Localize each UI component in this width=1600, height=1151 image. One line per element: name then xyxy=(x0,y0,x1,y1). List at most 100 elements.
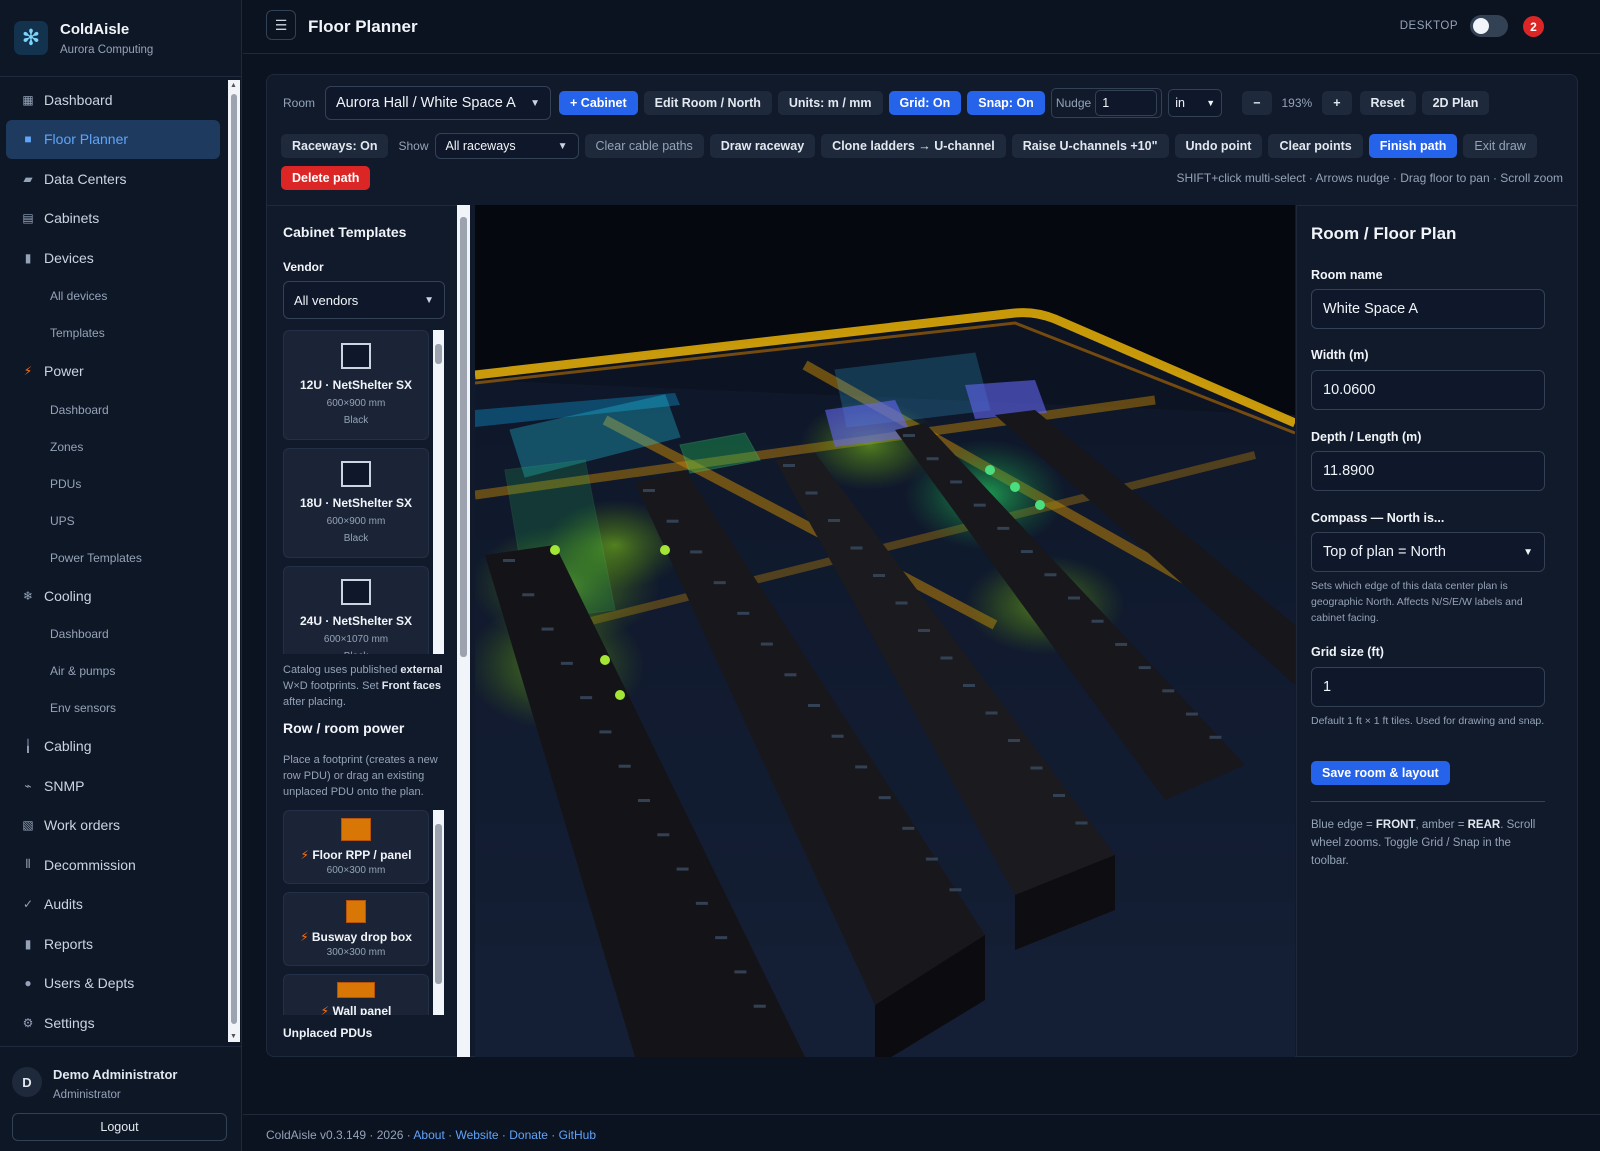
sidebar-subitem[interactable]: UPS xyxy=(0,502,226,539)
clear-points-button[interactable]: Clear points xyxy=(1268,134,1363,158)
sidebar-item[interactable]: ▰ Data Centers xyxy=(0,159,226,199)
add-cabinet-button[interactable]: + Cabinet xyxy=(559,91,638,115)
raceway-filter-select[interactable]: All raceways ▼ xyxy=(434,133,579,159)
power-card[interactable]: ⚡ Busway drop box 300×300 mm xyxy=(283,892,429,966)
desktop-toggle[interactable] xyxy=(1470,15,1508,37)
sidebar-item[interactable]: ⚡ Power xyxy=(0,352,226,392)
sidebar-item[interactable]: ╽ Cabling xyxy=(0,727,226,767)
snap-toggle-button[interactable]: Snap: On xyxy=(967,91,1045,115)
sensor-dot[interactable] xyxy=(985,465,995,475)
sidebar-subitem[interactable]: All devices xyxy=(0,278,226,315)
sidebar-subitem[interactable]: Templates xyxy=(0,315,226,352)
sensor-dot[interactable] xyxy=(1010,482,1020,492)
finish-path-button[interactable]: Finish path xyxy=(1368,134,1458,158)
sidebar-item[interactable]: ● Users & Depts xyxy=(0,964,226,1004)
sidebar-item[interactable]: ■ Floor Planner xyxy=(6,119,220,159)
exit-draw-button[interactable]: Exit draw xyxy=(1463,134,1537,158)
hamburger-menu-icon[interactable]: ☰ xyxy=(266,10,296,40)
template-list-scrollbar[interactable] xyxy=(433,330,444,654)
scroll-thumb[interactable] xyxy=(460,217,467,657)
sidebar-subitem[interactable]: PDUs xyxy=(0,465,226,502)
grid-toggle-button[interactable]: Grid: On xyxy=(888,91,962,115)
sidebar-item[interactable]: ▦ Dashboard xyxy=(0,80,226,120)
floor-3d-view[interactable] xyxy=(475,205,1295,1057)
sidebar-subitem[interactable]: Env sensors xyxy=(0,690,226,727)
sidebar-subitem[interactable]: Zones xyxy=(0,428,226,465)
scroll-down-icon[interactable]: ▼ xyxy=(230,1033,237,1040)
sidebar-item[interactable]: ✓ Audits xyxy=(0,885,226,925)
clear-cable-paths-button[interactable]: Clear cable paths xyxy=(584,134,704,158)
sidebar-item-label: Work orders xyxy=(44,817,120,834)
device-icon: ▮ xyxy=(24,250,32,265)
sensor-dot[interactable] xyxy=(615,690,625,700)
power-card[interactable]: ⚡ Floor RPP / panel 600×300 mm xyxy=(283,810,429,884)
room-select[interactable]: Aurora Hall / White Space A ▼ xyxy=(325,86,552,120)
sidebar-subitem[interactable]: Dashboard xyxy=(0,391,226,428)
catalog-note-external: external xyxy=(400,664,443,676)
zoom-in-button[interactable]: + xyxy=(1322,91,1352,115)
cabinet-label-plate xyxy=(1020,550,1033,554)
sidebar-item[interactable]: ⚙ Settings xyxy=(0,1003,226,1042)
sidebar-item[interactable]: ⦀ Decommission xyxy=(0,845,226,885)
power-card[interactable]: ⚡ Wall panel xyxy=(283,974,429,1015)
room-name-input[interactable]: White Space A xyxy=(1311,289,1545,329)
scroll-thumb[interactable] xyxy=(231,94,237,1024)
logout-button[interactable]: Logout xyxy=(12,1113,227,1141)
cabinet-label-plate xyxy=(618,764,631,768)
page-title: Floor Planner xyxy=(308,17,418,36)
raise-uchannels-button[interactable]: Raise U-channels +10" xyxy=(1011,134,1169,158)
reset-view-button[interactable]: Reset xyxy=(1359,91,1416,115)
sidebar-item[interactable]: ▧ Work orders xyxy=(0,806,226,846)
notification-badge[interactable]: 2 xyxy=(1523,16,1544,37)
vendor-select[interactable]: All vendors ▼ xyxy=(283,281,445,319)
sidebar-subitem[interactable]: Air & pumps xyxy=(0,653,226,690)
sidebar-item[interactable]: ▮ Devices xyxy=(0,238,226,278)
github-link[interactable]: GitHub xyxy=(559,1128,596,1142)
nudge-input[interactable]: 1 xyxy=(1095,90,1158,116)
sidebar-item[interactable]: ❄ Cooling xyxy=(0,576,226,616)
template-column-scrollbar[interactable] xyxy=(457,205,470,1057)
scroll-up-icon[interactable]: ▲ xyxy=(230,82,237,89)
undo-point-button[interactable]: Undo point xyxy=(1174,134,1263,158)
sidebar-scrollbar[interactable]: ▲ ▼ xyxy=(228,80,240,1042)
cabinet-label-plate xyxy=(1138,666,1151,670)
sidebar-subitem[interactable]: Dashboard xyxy=(0,616,226,653)
cabinet-label-plate xyxy=(878,796,891,800)
width-input[interactable]: 10.0600 xyxy=(1311,370,1545,410)
delete-path-button[interactable]: Delete path xyxy=(281,166,371,190)
compass-select[interactable]: Top of plan = North ▼ xyxy=(1311,532,1545,572)
floor-scene-svg[interactable] xyxy=(475,205,1295,1057)
scroll-thumb[interactable] xyxy=(435,344,442,364)
2d-plan-button[interactable]: 2D Plan xyxy=(1421,91,1490,115)
draw-raceway-button[interactable]: Draw raceway xyxy=(709,134,816,158)
sidebar-item[interactable]: ▮ Reports xyxy=(0,924,226,964)
save-room-button[interactable]: Save room & layout xyxy=(1311,761,1450,785)
units-button[interactable]: Units: m / mm xyxy=(777,91,883,115)
raceways-toggle-button[interactable]: Raceways: On xyxy=(281,134,389,158)
sidebar-item[interactable]: ⌁ SNMP xyxy=(0,766,226,806)
sensor-dot[interactable] xyxy=(660,545,670,555)
power-list-scrollbar[interactable] xyxy=(433,810,444,1015)
about-link[interactable]: About xyxy=(413,1128,444,1142)
sensor-dot[interactable] xyxy=(1035,500,1045,510)
donate-link[interactable]: Donate xyxy=(509,1128,548,1142)
zoom-out-button[interactable]: − xyxy=(1242,91,1272,115)
website-link[interactable]: Website xyxy=(455,1128,498,1142)
sidebar-subitem[interactable]: Power Templates xyxy=(0,539,226,576)
template-card[interactable]: 18U · NetShelter SX 600×900 mm Black xyxy=(283,448,429,558)
grid-size-input[interactable]: 1 xyxy=(1311,667,1545,707)
clone-ladders-button[interactable]: Clone ladders → U-channel xyxy=(821,134,1006,158)
cabinet-label-plate xyxy=(753,1004,766,1008)
depth-input[interactable]: 11.8900 xyxy=(1311,451,1545,491)
scroll-thumb[interactable] xyxy=(435,824,442,984)
sensor-dot[interactable] xyxy=(550,545,560,555)
sensor-dot[interactable] xyxy=(600,655,610,665)
template-card[interactable]: 24U · NetShelter SX 600×1070 mm Black xyxy=(283,566,429,654)
nudge-unit-select[interactable]: in ▼ xyxy=(1168,89,1223,117)
cabinet-label-plate xyxy=(503,559,515,562)
template-card[interactable]: 12U · NetShelter SX 600×900 mm Black xyxy=(283,330,429,440)
edit-room-button[interactable]: Edit Room / North xyxy=(643,91,772,115)
depth-label: Depth / Length (m) xyxy=(1311,430,1422,444)
sidebar-item[interactable]: ▤ Cabinets xyxy=(0,199,226,239)
bolt-icon: ⚡ xyxy=(300,848,309,862)
